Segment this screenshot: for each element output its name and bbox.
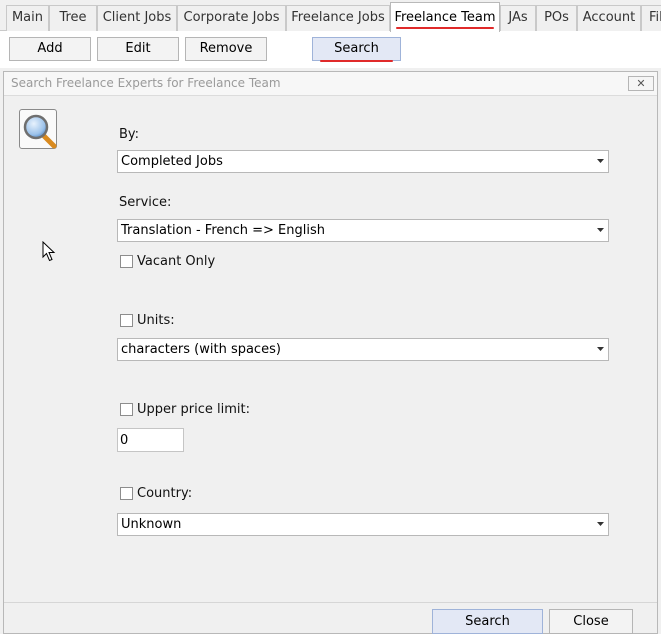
tab-label: Tree xyxy=(59,10,87,25)
upper-price-limit-checkbox[interactable] xyxy=(120,403,133,416)
tab-freelance-team[interactable]: Freelance Team xyxy=(390,2,500,32)
service-label: Service: xyxy=(119,195,172,210)
tab-client-jobs[interactable]: Client Jobs xyxy=(97,5,177,31)
units-combo[interactable]: characters (with spaces) xyxy=(117,338,609,361)
search-button-underline xyxy=(320,60,393,62)
by-label: By: xyxy=(119,127,140,142)
units-label: Units: xyxy=(137,313,175,328)
units-checkbox[interactable] xyxy=(120,314,133,327)
dialog-title: Search Freelance Experts for Freelance T… xyxy=(11,76,281,90)
search-button[interactable]: Search xyxy=(432,609,543,634)
tab-label: Client Jobs xyxy=(102,10,172,25)
tab-tree[interactable]: Tree xyxy=(49,5,97,31)
tab-corporate-jobs[interactable]: Corporate Jobs xyxy=(177,5,286,31)
country-combo[interactable]: Unknown xyxy=(117,513,609,536)
remove-button[interactable]: Remove xyxy=(185,37,267,61)
tab-strip: Main Tree Client Jobs Corporate Jobs Fre… xyxy=(0,0,661,32)
tab-jas[interactable]: JAs xyxy=(500,5,536,31)
tab-label: Freelance Team xyxy=(394,10,496,25)
tab-label: POs xyxy=(544,10,569,25)
tab-account[interactable]: Account xyxy=(577,5,641,31)
tab-pos[interactable]: POs xyxy=(536,5,577,31)
by-combo[interactable]: Completed Jobs xyxy=(117,150,609,173)
chevron-down-icon xyxy=(597,522,604,526)
dialog-close-button[interactable]: ✕ xyxy=(628,76,654,91)
mouse-pointer-icon xyxy=(42,241,56,262)
magnifier-icon xyxy=(19,109,57,149)
add-button[interactable]: Add xyxy=(9,37,91,61)
tab-main[interactable]: Main xyxy=(6,5,49,31)
add-button-label: Add xyxy=(37,41,63,56)
country-checkbox[interactable] xyxy=(120,487,133,500)
chevron-down-icon xyxy=(597,228,604,232)
tab-freelance-jobs[interactable]: Freelance Jobs xyxy=(286,5,390,31)
magnifier-icon-graphic xyxy=(23,114,57,149)
toolbar: Add Edit Remove Search xyxy=(0,31,661,68)
tab-label: JAs xyxy=(508,10,528,25)
close-icon: ✕ xyxy=(636,77,646,90)
close-button-text: Close xyxy=(573,614,609,629)
tab-files[interactable]: Fil xyxy=(641,5,661,31)
search-button-text: Search xyxy=(465,614,510,629)
country-combo-value: Unknown xyxy=(121,517,182,532)
upper-price-limit-label: Upper price limit: xyxy=(137,402,250,417)
tab-label: Fil xyxy=(649,10,661,25)
remove-button-label: Remove xyxy=(199,41,253,56)
by-combo-value: Completed Jobs xyxy=(121,154,223,169)
app-window: Main Tree Client Jobs Corporate Jobs Fre… xyxy=(0,0,661,634)
tab-label: Freelance Jobs xyxy=(291,10,385,25)
upper-price-limit-input[interactable]: 0 xyxy=(117,428,184,452)
edit-button-label: Edit xyxy=(125,41,151,56)
chevron-down-icon xyxy=(597,347,604,351)
search-button-label: Search xyxy=(334,41,379,56)
dialog-title-bar: Search Freelance Experts for Freelance T… xyxy=(4,72,657,96)
close-button[interactable]: Close xyxy=(549,609,633,634)
service-combo[interactable]: Translation - French => English xyxy=(117,219,609,242)
units-combo-value: characters (with spaces) xyxy=(121,342,281,357)
search-dialog: Search Freelance Experts for Freelance T… xyxy=(3,71,658,634)
edit-button[interactable]: Edit xyxy=(97,37,179,61)
service-combo-value: Translation - French => English xyxy=(121,223,325,238)
tab-label: Main xyxy=(11,10,44,25)
country-label: Country: xyxy=(137,486,193,501)
tab-label: Corporate Jobs xyxy=(183,10,280,25)
active-tab-underline xyxy=(396,27,494,29)
dialog-button-bar: Search Close xyxy=(4,602,657,634)
upper-price-limit-value: 0 xyxy=(120,433,129,448)
chevron-down-icon xyxy=(597,159,604,163)
search-toolbar-button[interactable]: Search xyxy=(312,37,401,62)
vacant-only-label: Vacant Only xyxy=(137,254,216,269)
tab-label: Account xyxy=(582,10,636,25)
vacant-only-checkbox[interactable] xyxy=(120,255,133,268)
